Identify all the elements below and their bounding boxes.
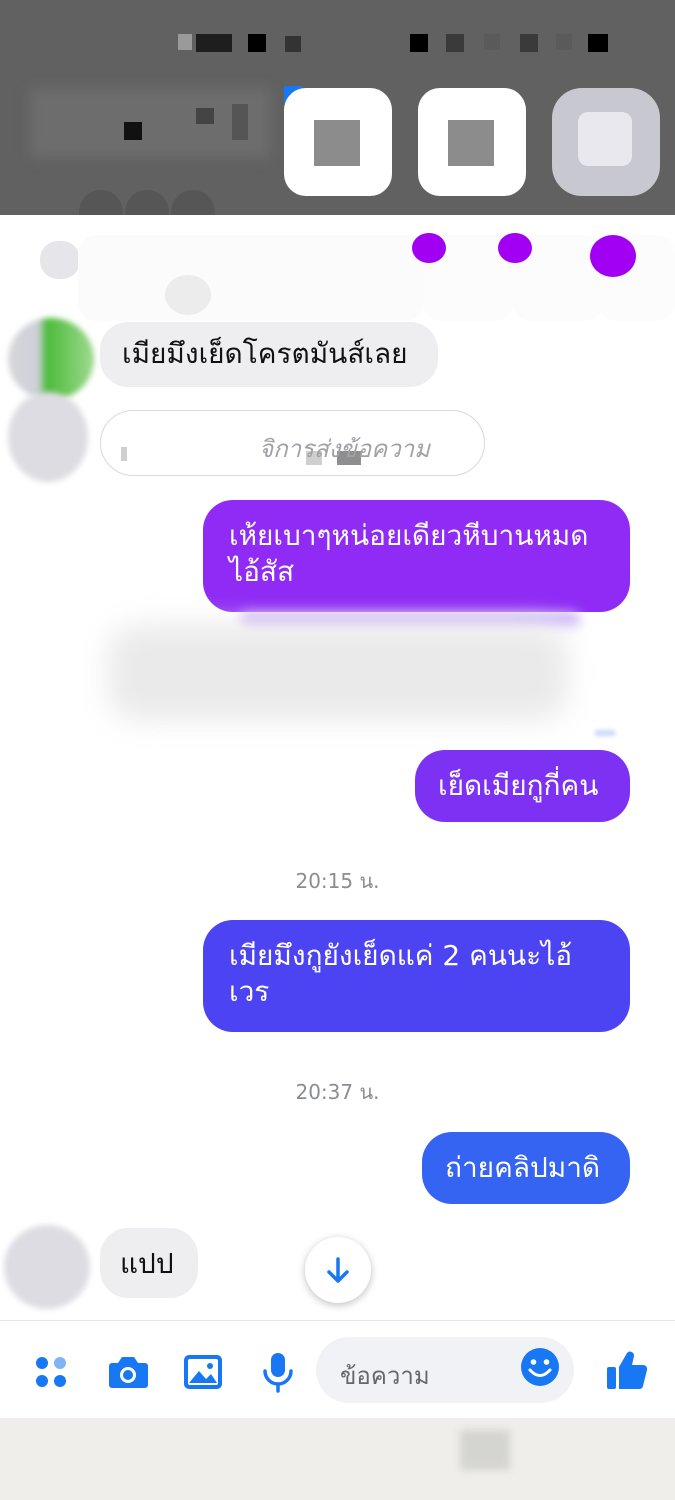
received-message: แปป [100, 1228, 198, 1298]
scroll-to-bottom-button[interactable] [305, 1237, 371, 1303]
gallery-button[interactable] [180, 1349, 226, 1395]
message-input-placeholder: ข้อความ [340, 1362, 430, 1390]
message-composer: ข้อความ [0, 1320, 675, 1419]
menu-dots-button[interactable] [32, 1349, 78, 1395]
timestamp: 20:37 น. [295, 1080, 380, 1104]
system-navigation-bar [0, 1418, 675, 1500]
received-message: เมียมึงเย็ดโครตมันส์เลย [100, 322, 438, 387]
sent-message: เห้ยเบาๆหน่อยเดียวหีบานหมด ไอ้สัส [203, 500, 630, 612]
thumbs-up-icon [607, 1351, 648, 1390]
microphone-icon [263, 1353, 293, 1393]
timestamp: 20:15 น. [295, 869, 380, 893]
camera-icon [109, 1357, 148, 1388]
emoji-icon [521, 1348, 559, 1386]
camera-button[interactable] [104, 1349, 150, 1395]
contact-avatar[interactable] [4, 1225, 90, 1309]
info-button[interactable] [552, 88, 660, 196]
obscured-strip [0, 215, 675, 325]
contact-avatar[interactable] [8, 392, 88, 482]
emoji-button[interactable] [520, 1347, 560, 1391]
call-button[interactable] [284, 88, 392, 196]
unsent-message-text: จิการส่งข้อความ [259, 435, 430, 463]
like-button[interactable] [604, 1347, 650, 1393]
arrow-down-icon [327, 1257, 349, 1283]
sent-message: เย็ดเมียกูกี่คน [415, 750, 630, 822]
obscured-message [108, 625, 568, 720]
sent-message: เมียมึงกูยังเย็ดแค่ 2 คนนะไอ้ เวร [203, 920, 630, 1032]
voice-button[interactable] [255, 1349, 301, 1395]
image-icon [184, 1355, 222, 1389]
unsent-message-notice: จิการส่งข้อความ [100, 410, 485, 476]
obscured-fade [595, 730, 615, 736]
menu-dots-icon [36, 1357, 66, 1387]
sent-message: ถ่ายคลิปมาดิ [422, 1132, 630, 1204]
chat-header [0, 0, 675, 235]
video-call-button[interactable] [418, 88, 526, 196]
obscured-fade [240, 612, 580, 626]
contact-avatar[interactable] [8, 318, 94, 400]
